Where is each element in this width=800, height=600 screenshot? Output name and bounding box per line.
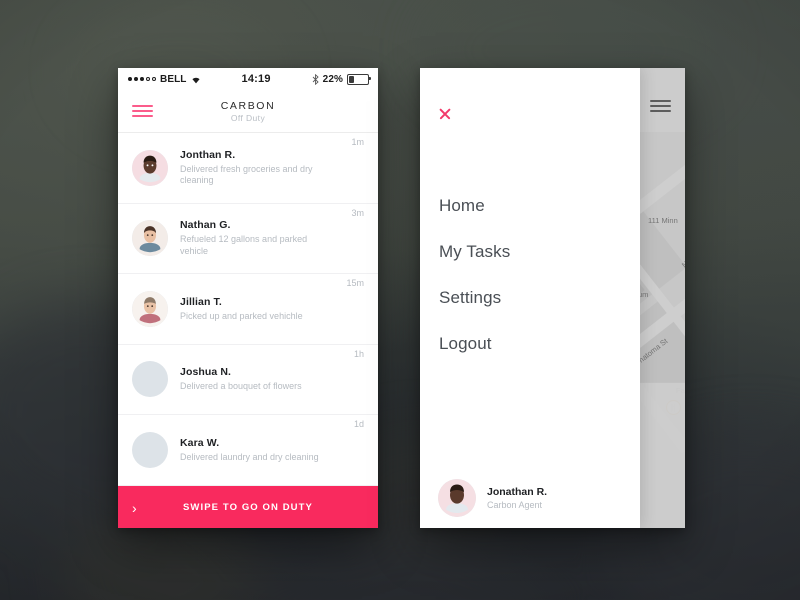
- drawer-profile[interactable]: Jonathan R. Carbon Agent: [420, 468, 640, 528]
- activity-timestamp: 1d: [353, 419, 364, 429]
- activity-row[interactable]: Jillian T. Picked up and parked vehichle 1…: [118, 274, 378, 345]
- activity-agent-name: Joshua N.: [180, 366, 232, 378]
- wifi-icon: [191, 75, 201, 84]
- swipe-on-duty-button[interactable]: › SWIPE TO GO ON DUTY: [118, 486, 378, 528]
- profile-name: Jonathan R.: [487, 486, 548, 498]
- avatar: [438, 479, 476, 517]
- activity-agent-name: Jillian T.: [180, 295, 222, 308]
- activity-row-body: Jonthan R. Delivered fresh groceries and …: [180, 149, 345, 187]
- signal-dots-icon: [128, 77, 156, 81]
- activity-row-body: Joshua N. Delivered a bouquet of flowers: [180, 366, 348, 393]
- bluetooth-icon: [312, 73, 319, 85]
- status-bar: BELL 14:19 22%: [118, 68, 378, 90]
- duty-status-label: Off Duty: [230, 112, 266, 123]
- side-menu-drawer: Home My Tasks Settings Logout Jonathan R. C…: [420, 68, 640, 528]
- status-bar-right: 22%: [312, 73, 371, 85]
- activity-row[interactable]: Jonthan R. Delivered fresh groceries and …: [118, 133, 378, 204]
- battery-icon: [347, 73, 371, 85]
- avatar: [132, 290, 168, 327]
- activity-description: Delivered fresh groceries and dry cleani…: [180, 163, 313, 186]
- activity-description: Picked up and parked vehichle: [180, 310, 303, 321]
- close-x-icon[interactable]: [438, 107, 452, 121]
- activity-agent-name: Jonthan R.: [180, 148, 236, 161]
- activity-agent-name: Kara W.: [180, 436, 220, 449]
- carrier-label: BELL: [160, 73, 187, 85]
- menu-item-home[interactable]: Home: [439, 196, 510, 216]
- activity-description: Delivered a bouquet of flowers: [180, 381, 302, 391]
- activity-timestamp: 3m: [351, 207, 364, 218]
- activity-timestamp: 1m: [351, 137, 364, 147]
- activity-row[interactable]: Kara W. Delivered laundry and dry cleanin…: [118, 415, 378, 486]
- hamburger-menu-icon[interactable]: [132, 105, 153, 117]
- drawer-menu-list[interactable]: Home My Tasks Settings Logout: [439, 196, 510, 380]
- activity-list[interactable]: Jonthan R. Delivered fresh groceries and …: [118, 133, 378, 486]
- activity-row-body: Nathan G. Refueled 12 gallons and parked …: [180, 219, 345, 257]
- activity-description: Delivered laundry and dry cleaning: [180, 451, 319, 462]
- clock: 14:19: [241, 73, 271, 85]
- menu-item-logout[interactable]: Logout: [439, 334, 510, 354]
- nav-title-group: CARBON Off Duty: [118, 100, 378, 123]
- activity-agent-name: Nathan G.: [180, 219, 231, 232]
- activity-row[interactable]: Joshua N. Delivered a bouquet of flowers 1…: [118, 345, 378, 415]
- canvas: BELL 14:19 22% CARBON Off Duty Jonthan R…: [0, 0, 800, 600]
- avatar-placeholder: [132, 431, 168, 468]
- activity-timestamp: 1h: [353, 348, 364, 359]
- activity-row[interactable]: Nathan G. Refueled 12 gallons and parked …: [118, 204, 378, 274]
- page-title: CARBON: [220, 99, 276, 112]
- phone-menu-screen: 111 MinnNew Mumnatoma StFang 🍴 Custom › …: [420, 68, 685, 528]
- menu-item-my-tasks[interactable]: My Tasks: [439, 242, 510, 262]
- avatar: [132, 149, 168, 186]
- drawer-profile-text: Jonathan R. Carbon Agent: [487, 486, 547, 510]
- activity-timestamp: 15m: [346, 278, 364, 288]
- nav-bar: CARBON Off Duty: [118, 90, 378, 133]
- phone-activity-screen: BELL 14:19 22% CARBON Off Duty Jonthan R…: [118, 68, 378, 528]
- activity-description: Refueled 12 gallons and parked vehicle: [180, 234, 308, 256]
- profile-role: Carbon Agent: [487, 500, 543, 510]
- activity-row-body: Kara W. Delivered laundry and dry cleanin…: [180, 437, 348, 464]
- chevron-right-icon: ›: [132, 499, 137, 516]
- avatar: [132, 220, 168, 257]
- menu-item-settings[interactable]: Settings: [439, 288, 510, 308]
- status-bar-left: BELL: [128, 74, 201, 85]
- activity-row-body: Jillian T. Picked up and parked vehichle: [180, 296, 340, 323]
- avatar-placeholder: [132, 361, 168, 398]
- battery-percent: 22%: [322, 73, 343, 85]
- swipe-button-label: SWIPE TO GO ON DUTY: [183, 502, 313, 513]
